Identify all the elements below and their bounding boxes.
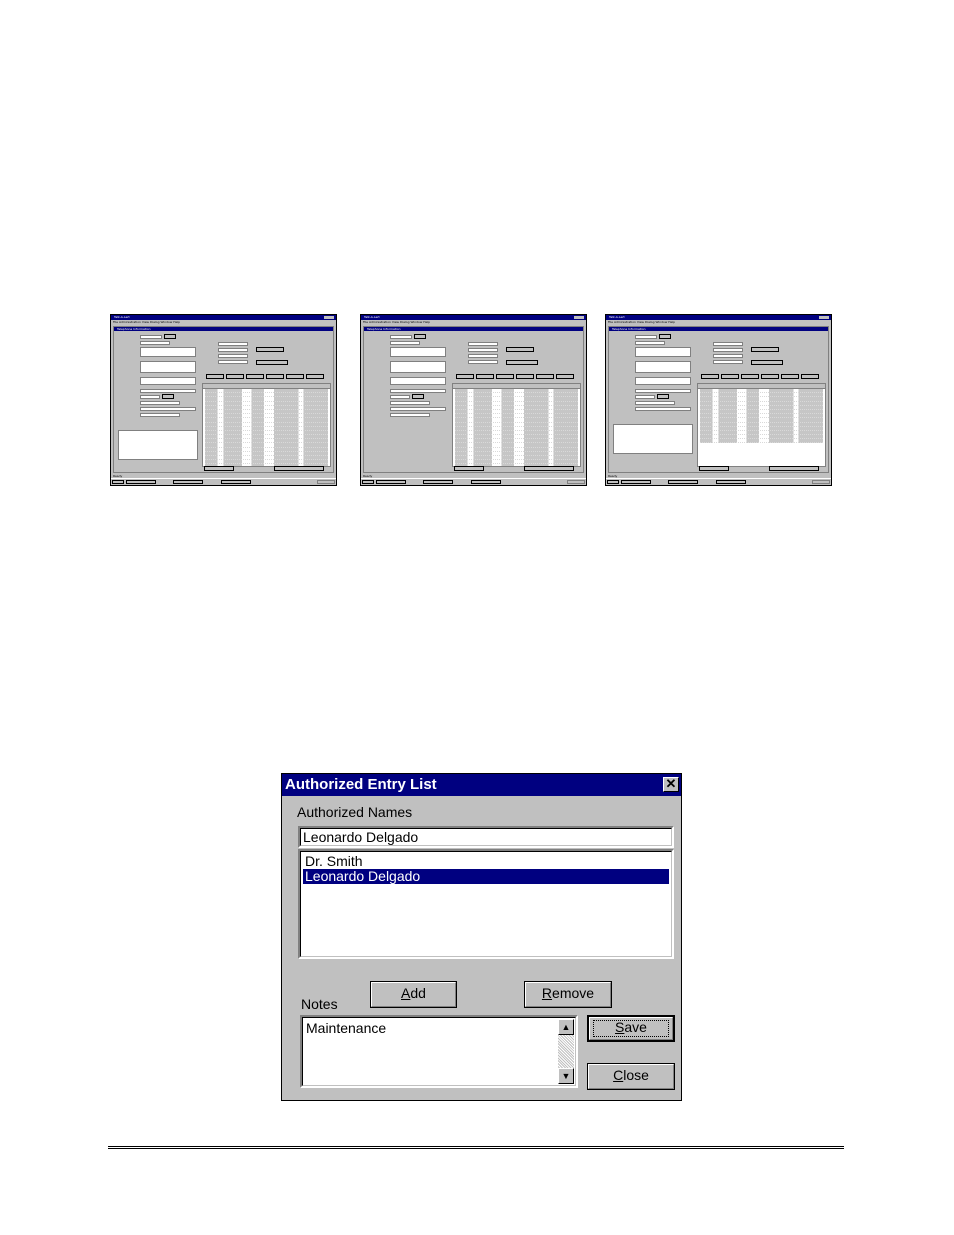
remove-button[interactable]: Remove	[524, 981, 612, 1008]
thumb-app-title: Talk-A-Lert	[609, 315, 625, 319]
thumb-taskbar	[111, 478, 336, 485]
screenshot-thumbnail-2: Talk-A-Lert File Administration View Dia…	[360, 314, 587, 486]
thumb-child-window: Telephone Information	[608, 326, 829, 473]
thumb-menubar: File Administration View Dialog Window H…	[113, 320, 181, 324]
authorized-entry-list-dialog: Authorized Entry List ✕ Authorized Names…	[281, 773, 682, 1101]
save-button[interactable]: Save	[587, 1015, 675, 1042]
thumb-app-title: Talk-A-Lert	[114, 315, 130, 319]
notes-label: Notes	[301, 996, 338, 1012]
authorized-names-label: Authorized Names	[297, 804, 413, 820]
thumb-child-window: Telephone Information	[363, 326, 584, 473]
add-button[interactable]: Add	[370, 981, 457, 1008]
thumb-call-list	[452, 383, 581, 467]
thumb-child-title: Telephone Information	[114, 327, 333, 331]
close-icon[interactable]: ✕	[663, 777, 679, 792]
dialog-title: Authorized Entry List	[285, 776, 437, 793]
thumb-app-title: Talk-A-Lert	[364, 315, 380, 319]
thumb-app-titlebar: Talk-A-Lert	[361, 315, 586, 320]
thumb-menubar: File Administration View Dialog Window H…	[608, 320, 676, 324]
screenshot-thumbnail-1: Talk-A-Lert File Administration View Dia…	[110, 314, 337, 486]
list-item[interactable]: Leonardo Delgado	[303, 869, 669, 884]
dialog-titlebar: Authorized Entry List ✕	[282, 774, 681, 796]
thumb-call-list	[202, 383, 331, 467]
authorized-names-list[interactable]: Dr. Smith Leonardo Delgado	[298, 849, 674, 959]
screenshot-thumbnail-3: Talk-A-Lert File Administration View Dia…	[605, 314, 832, 486]
thumb-call-list	[697, 383, 826, 467]
thumb-app-titlebar: Talk-A-Lert	[606, 315, 831, 320]
thumb-menubar: File Administration View Dialog Window H…	[363, 320, 431, 324]
footer-rule	[108, 1146, 844, 1149]
list-item[interactable]: Dr. Smith	[303, 854, 669, 869]
thumb-taskbar	[606, 478, 831, 485]
thumb-taskbar	[361, 478, 586, 485]
authorized-name-input[interactable]: Leonardo Delgado	[298, 826, 674, 848]
thumb-child-title: Telephone Information	[364, 327, 583, 331]
thumb-child-title: Telephone Information	[609, 327, 828, 331]
scroll-up-icon[interactable]: ▲	[558, 1019, 574, 1035]
notes-scrollbar[interactable]: ▲ ▼	[558, 1019, 574, 1084]
notes-value: Maintenance	[306, 1020, 387, 1036]
scroll-down-icon[interactable]: ▼	[558, 1068, 574, 1084]
close-button[interactable]: Close	[587, 1063, 675, 1090]
thumb-app-titlebar: Talk-A-Lert	[111, 315, 336, 320]
thumb-child-window: Telephone Information	[113, 326, 334, 473]
authorized-name-input-value: Leonardo Delgado	[303, 829, 419, 845]
notes-textarea[interactable]: Maintenance ▲ ▼	[300, 1015, 578, 1088]
